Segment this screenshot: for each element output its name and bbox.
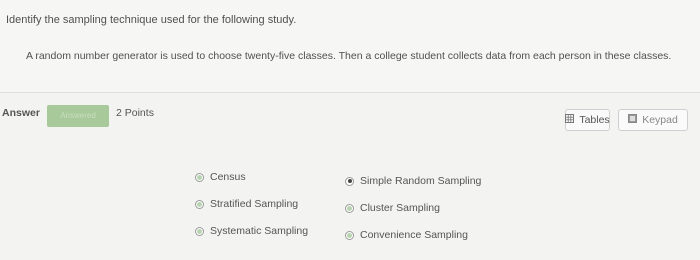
option-cluster-sampling[interactable]: Cluster Sampling [345,202,440,214]
option-label: Simple Random Sampling [360,175,482,187]
option-label: Stratified Sampling [210,198,299,210]
keypad-icon [628,114,638,126]
radio-button[interactable] [195,199,204,209]
option-simple-random-sampling[interactable]: Simple Random Sampling [345,175,481,187]
question-prompt: Identify the sampling technique used for… [6,14,297,26]
radio-button-selected[interactable] [345,176,354,186]
keypad-button[interactable]: Keypad [618,109,688,131]
radio-button[interactable] [195,226,204,236]
option-label: Convenience Sampling [360,229,468,241]
radio-button[interactable] [345,230,354,240]
table-grid-icon [565,114,575,126]
points-label: 2 Points [116,107,154,119]
radio-button[interactable] [345,203,354,213]
options-area: Census Stratified Sampling Systematic Sa… [0,160,700,260]
radio-button[interactable] [195,172,204,182]
answered-badge: Answered [47,105,109,127]
option-label: Census [210,171,246,183]
option-systematic-sampling[interactable]: Systematic Sampling [195,225,308,237]
tables-button[interactable]: Tables [565,109,610,131]
answer-bar: Answer Answered 2 Points Tables Keypad [0,97,700,137]
option-census[interactable]: Census [195,171,246,183]
question-panel: Identify the sampling technique used for… [0,0,700,93]
option-convenience-sampling[interactable]: Convenience Sampling [345,229,468,241]
answer-label: Answer [2,107,40,119]
option-label: Cluster Sampling [360,202,440,214]
option-label: Systematic Sampling [210,225,309,237]
option-stratified-sampling[interactable]: Stratified Sampling [195,198,298,210]
keypad-button-label: Keypad [642,114,678,126]
tables-button-label: Tables [579,114,610,126]
question-detail: A random number generator is used to cho… [26,50,672,62]
